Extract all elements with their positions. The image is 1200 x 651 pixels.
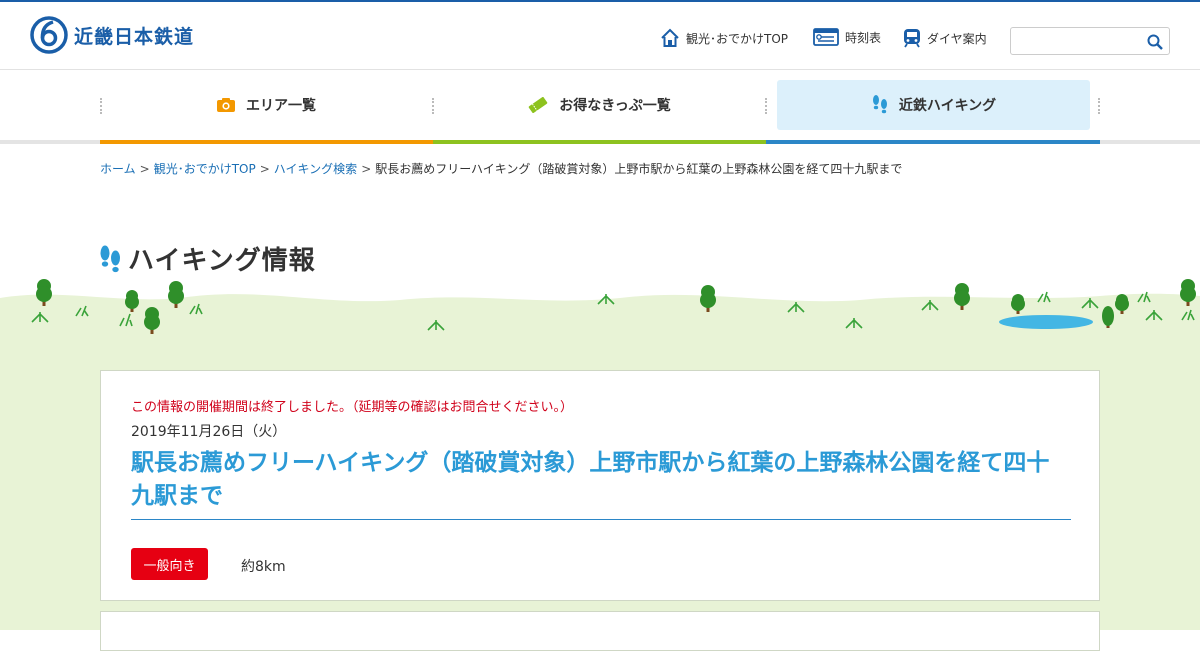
util-link-label: ダイヤ案内 xyxy=(927,31,987,46)
event-detail-card xyxy=(100,611,1100,651)
breadcrumb-separator: > xyxy=(259,162,270,176)
nav-item-label: エリア一覧 xyxy=(246,98,316,114)
breadcrumb: ホーム > 観光･おでかけTOP > ハイキング検索 > 駅長お薦めフリーハイキング（踏破賞… xyxy=(100,160,902,177)
search-icon[interactable] xyxy=(1146,33,1164,51)
util-link-label: 時刻表 xyxy=(845,30,882,45)
nav-item-label: 近鉄ハイキング xyxy=(898,98,997,114)
site-logo[interactable]: 近畿日本鉄道 xyxy=(30,16,194,54)
breadcrumb-link-hiking-search[interactable]: ハイキング検索 xyxy=(274,162,357,176)
nav-divider xyxy=(432,98,434,114)
timetable-icon xyxy=(813,28,839,46)
search-input[interactable] xyxy=(1011,28,1139,54)
util-link-route-guide[interactable]: ダイヤ案内 xyxy=(903,28,987,48)
util-link-label: 観光･おでかけTOP xyxy=(686,31,789,46)
nav-accent-bar-area xyxy=(100,140,433,144)
train-icon xyxy=(904,29,920,48)
camera-icon xyxy=(217,98,235,112)
main-nav: エリア一覧 お得なきっぷ一覧 近鉄ハイキング xyxy=(0,70,1200,144)
site-search xyxy=(1010,27,1170,55)
event-card: この情報の開催期間は終了しました。（延期等の確認はお問合せください。） 2019… xyxy=(100,370,1100,601)
footprints-icon xyxy=(100,245,120,272)
kintetsu-logo-icon xyxy=(30,16,68,54)
ticket-icon xyxy=(528,97,548,113)
page-heading: ハイキング情報 xyxy=(98,240,316,277)
nav-item-kintetsu-hiking[interactable]: 近鉄ハイキング xyxy=(777,80,1090,130)
footprints-icon xyxy=(872,95,887,114)
nav-item-label: お得なきっぷ一覧 xyxy=(559,98,671,114)
nav-item-discount-tickets[interactable]: お得なきっぷ一覧 xyxy=(436,80,762,130)
util-link-sightseeing-top[interactable]: 観光･おでかけTOP xyxy=(660,28,788,48)
nav-item-area-list[interactable]: エリア一覧 xyxy=(103,80,429,130)
event-ended-notice: この情報の開催期間は終了しました。（延期等の確認はお問合せください。） xyxy=(131,400,574,415)
nav-divider xyxy=(100,98,102,114)
breadcrumb-link-sightseeing-top[interactable]: 観光･おでかけTOP xyxy=(154,162,256,176)
event-date: 2019年11月26日（火） xyxy=(131,424,287,440)
nav-divider xyxy=(1098,98,1100,114)
nav-accent-bar-tickets xyxy=(433,140,766,144)
home-icon xyxy=(661,28,679,47)
util-link-timetable[interactable]: 時刻表 xyxy=(813,28,881,46)
breadcrumb-current: 駅長お薦めフリーハイキング（踏破賞対象）上野市駅から紅葉の上野森林公園を経て四十… xyxy=(375,162,903,176)
event-distance: 約8km xyxy=(241,559,286,575)
nav-accent-bar-hiking xyxy=(766,140,1100,144)
breadcrumb-separator: > xyxy=(139,162,150,176)
nav-divider xyxy=(765,98,767,114)
event-title: 駅長お薦めフリーハイキング（踏破賞対象）上野市駅から紅葉の上野森林公園を経て四十… xyxy=(131,447,1071,520)
site-header: 近畿日本鉄道 観光･おでかけTOP 時刻表 ダイヤ案内 xyxy=(0,2,1200,70)
breadcrumb-link-home[interactable]: ホーム xyxy=(100,162,136,176)
breadcrumb-separator: > xyxy=(361,162,372,176)
page-title: ハイキング情報 xyxy=(128,246,316,276)
difficulty-badge: 一般向き xyxy=(131,548,208,580)
brand-name: 近畿日本鉄道 xyxy=(74,25,195,48)
